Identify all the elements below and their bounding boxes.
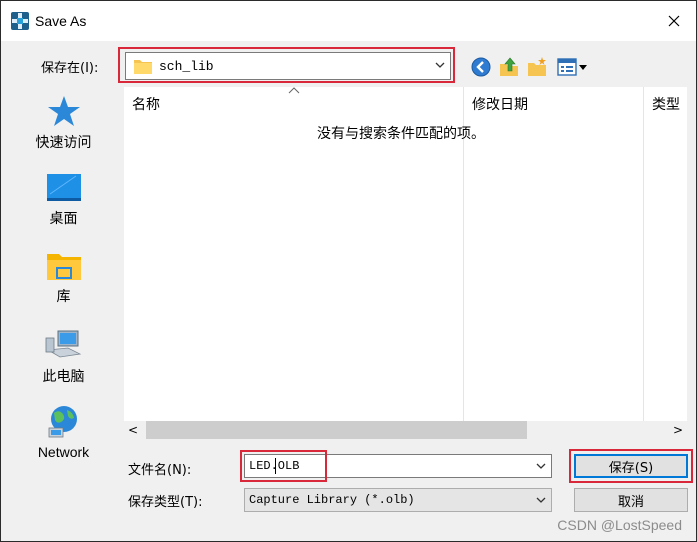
look-in-label: 保存在(I):	[41, 61, 99, 76]
place-network[interactable]: Network	[17, 404, 110, 478]
place-label: 此电脑	[42, 368, 85, 384]
scroll-right-icon[interactable]: >	[673, 423, 683, 437]
place-label: Network	[37, 444, 90, 460]
up-folder-icon[interactable]	[498, 56, 520, 78]
close-icon	[668, 15, 680, 27]
place-this-pc[interactable]: 此电脑	[17, 328, 110, 402]
save-button[interactable]: 保存(S)	[574, 454, 688, 478]
close-button[interactable]	[652, 1, 696, 41]
cancel-button[interactable]: 取消	[574, 488, 688, 512]
places-bar: 快速访问 桌面 库 此电脑 Network	[17, 86, 110, 466]
place-desktop[interactable]: 桌面	[17, 172, 110, 246]
column-header-date[interactable]: 修改日期	[472, 94, 528, 114]
library-icon	[46, 254, 81, 280]
chevron-down-icon[interactable]	[536, 496, 546, 504]
view-menu-icon[interactable]	[556, 56, 590, 78]
save-button-label: 保存(S)	[608, 460, 654, 476]
place-label: 库	[56, 288, 71, 304]
look-in-dropdown[interactable]: sch_lib	[125, 52, 451, 80]
column-separator[interactable]	[643, 87, 644, 421]
star-icon	[47, 96, 80, 126]
file-type-value: Capture Library (*.olb)	[249, 493, 415, 507]
place-quick-access[interactable]: 快速访问	[17, 94, 110, 168]
app-icon	[11, 12, 29, 30]
place-label: 桌面	[49, 210, 78, 226]
chevron-down-icon[interactable]	[536, 462, 546, 470]
network-icon	[48, 406, 77, 438]
empty-message: 没有与搜索条件匹配的项。	[317, 126, 485, 142]
sort-ascending-icon	[288, 87, 300, 94]
cancel-button-label: 取消	[617, 494, 644, 510]
watermark: CSDN @LostSpeed	[557, 517, 682, 533]
column-header-name[interactable]: 名称	[132, 94, 160, 114]
horizontal-scrollbar[interactable]: < >	[124, 421, 687, 439]
text-caret	[275, 458, 276, 474]
look-in-value: sch_lib	[159, 59, 214, 74]
file-type-label: 保存类型(T):	[128, 495, 203, 510]
column-header-type[interactable]: 类型	[652, 94, 680, 114]
new-folder-icon[interactable]	[526, 56, 548, 78]
window-title: Save As	[35, 13, 87, 29]
desktop-icon	[46, 174, 81, 201]
file-type-dropdown[interactable]: Capture Library (*.olb)	[244, 488, 552, 512]
save-as-dialog: Save As 保存在(I): sch_lib 快速访问 桌面 库 此电脑 Ne…	[0, 0, 697, 542]
scroll-left-icon[interactable]: <	[128, 423, 138, 437]
file-name-input[interactable]: LED.OLB	[244, 454, 552, 478]
scrollbar-thumb[interactable]	[146, 421, 527, 439]
folder-icon	[134, 60, 152, 74]
file-list[interactable]: 名称 修改日期 类型 没有与搜索条件匹配的项。	[124, 87, 687, 421]
place-library[interactable]: 库	[17, 250, 110, 324]
computer-icon	[45, 330, 81, 358]
back-icon[interactable]	[470, 56, 492, 78]
file-name-label: 文件名(N):	[128, 463, 192, 478]
place-label: 快速访问	[35, 134, 92, 150]
title-bar: Save As	[1, 1, 696, 41]
chevron-down-icon[interactable]	[435, 61, 445, 69]
